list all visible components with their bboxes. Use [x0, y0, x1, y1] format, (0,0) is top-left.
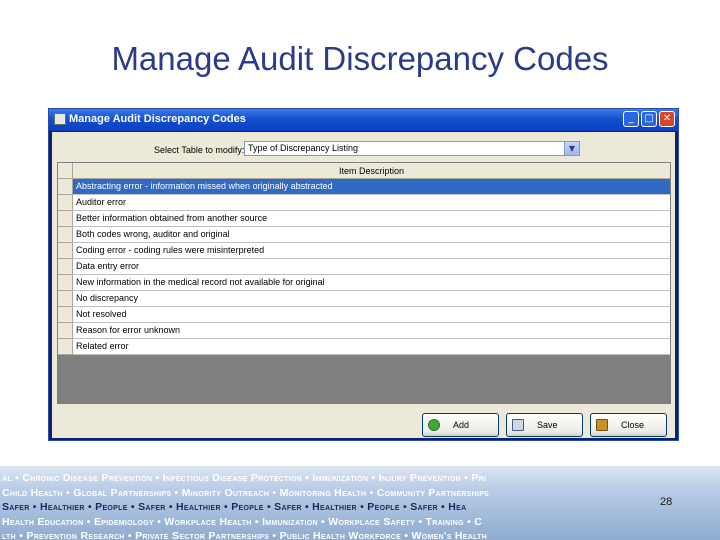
row-header[interactable]: [58, 275, 73, 291]
grid-corner-header: [58, 163, 73, 179]
save-button[interactable]: Save: [506, 413, 583, 437]
save-icon: [512, 419, 524, 431]
manage-codes-window: Manage Audit Discrepancy Codes _ □ ✕ Sel…: [48, 108, 679, 441]
table-row[interactable]: Abstracting error - information missed w…: [73, 179, 670, 195]
item-description-column-header[interactable]: Item Description: [73, 163, 670, 179]
row-header[interactable]: [58, 211, 73, 227]
row-header[interactable]: [58, 307, 73, 323]
window-title: Manage Audit Discrepancy Codes: [69, 113, 246, 125]
chevron-down-icon[interactable]: ▼: [564, 142, 579, 155]
row-header[interactable]: [58, 195, 73, 211]
row-header[interactable]: [58, 243, 73, 259]
table-row[interactable]: Data entry error: [73, 259, 670, 275]
row-header[interactable]: [58, 339, 73, 355]
table-row[interactable]: No discrepancy: [73, 291, 670, 307]
slide-title: Manage Audit Discrepancy Codes: [111, 40, 609, 77]
table-row[interactable]: Not resolved: [73, 307, 670, 323]
cdc-footer-banner: al • Chronic Disease Prevention • Infect…: [0, 466, 720, 540]
table-row[interactable]: Coding error - coding rules were misinte…: [73, 243, 670, 259]
window-client-area: Select Table to modify: Type of Discrepa…: [52, 132, 675, 438]
banner-line: al • Chronic Disease Prevention • Infect…: [2, 472, 487, 484]
window-titlebar[interactable]: Manage Audit Discrepancy Codes _ □ ✕: [49, 109, 678, 131]
table-select-dropdown[interactable]: Type of Discrepancy Listing ▼: [244, 141, 580, 156]
banner-line: lth • Prevention Research • Private Sect…: [2, 530, 488, 540]
close-button-label: Close: [621, 420, 645, 430]
table-row[interactable]: Better information obtained from another…: [73, 211, 670, 227]
item-description-grid: Item Description Abstracting error - inf…: [57, 162, 671, 404]
row-header[interactable]: [58, 259, 73, 275]
table-row[interactable]: Auditor error: [73, 195, 670, 211]
select-table-label: Select Table to modify:: [154, 145, 245, 155]
close-icon: [596, 419, 608, 431]
banner-line: Safer • Healthier • People • Safer • Hea…: [2, 501, 467, 513]
save-button-label: Save: [537, 420, 558, 430]
minimize-button[interactable]: _: [623, 111, 639, 127]
table-row[interactable]: New information in the medical record no…: [73, 275, 670, 291]
add-button-label: Add: [453, 420, 470, 430]
table-row[interactable]: Reason for error unknown: [73, 323, 670, 339]
maximize-button[interactable]: □: [641, 111, 657, 127]
table-row[interactable]: Related error: [73, 339, 670, 355]
close-button[interactable]: Close: [590, 413, 667, 437]
page-number: 28: [660, 496, 673, 508]
banner-line: Child Health • Global Partnerships • Min…: [2, 486, 490, 499]
add-icon: [428, 419, 440, 431]
row-header[interactable]: [58, 179, 73, 195]
table-row[interactable]: Both codes wrong, auditor and original: [73, 227, 670, 243]
row-header[interactable]: [58, 291, 73, 307]
add-button[interactable]: Add: [422, 413, 499, 437]
window-app-icon: [54, 113, 66, 125]
row-header[interactable]: [58, 323, 73, 339]
banner-line: Health Education • Epidemiology • Workpl…: [2, 515, 483, 528]
close-window-button[interactable]: ✕: [659, 111, 675, 127]
row-header[interactable]: [58, 227, 73, 243]
table-select-value: Type of Discrepancy Listing: [248, 143, 359, 153]
